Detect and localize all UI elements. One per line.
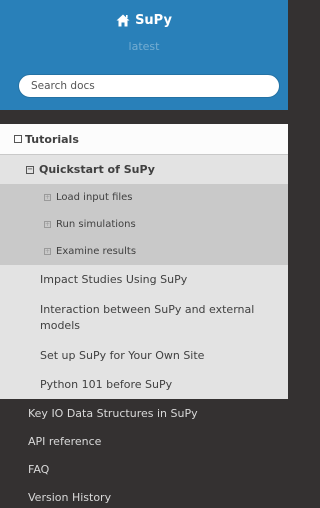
nav-label: Load input files [56, 192, 133, 203]
nav-label: Interaction between SuPy and external mo… [40, 302, 255, 332]
version-label: latest [128, 40, 160, 53]
nav-label: Quickstart of SuPy [39, 163, 155, 176]
brand-title: SuPy [135, 13, 172, 28]
expand-icon[interactable]: + [44, 248, 51, 255]
collapse-icon[interactable] [14, 135, 22, 143]
home-icon [116, 14, 130, 27]
nav-label: Version History [28, 490, 112, 504]
nav-item-impact-studies[interactable]: Impact Studies Using SuPy [0, 265, 288, 294]
nav-item-python-101[interactable]: Python 101 before SuPy [0, 370, 288, 399]
expand-icon[interactable]: + [44, 194, 51, 201]
nav-item-load-input-files[interactable]: + Load input files [0, 184, 288, 211]
nav-item-tutorials[interactable]: Tutorials [0, 124, 288, 155]
nav-item-run-simulations[interactable]: + Run simulations [0, 211, 288, 238]
nav-label: Key IO Data Structures in SuPy [28, 406, 198, 420]
nav-item-own-site[interactable]: Set up SuPy for Your Own Site [0, 341, 288, 370]
header-divider [0, 110, 288, 124]
nav-label: Python 101 before SuPy [40, 377, 173, 391]
search-input[interactable] [18, 74, 280, 98]
nav-label: Examine results [56, 246, 137, 257]
nav-label: FAQ [28, 462, 50, 476]
nav-item-interaction-external-models[interactable]: Interaction between SuPy and external mo… [0, 294, 288, 341]
nav-label: API reference [28, 434, 102, 448]
nav-label: Tutorials [25, 132, 79, 146]
nav-item-quickstart[interactable]: − Quickstart of SuPy [0, 155, 288, 184]
expand-icon[interactable]: + [44, 221, 51, 228]
nav-item-faq[interactable]: FAQ [0, 455, 288, 483]
home-link[interactable]: SuPy [0, 13, 288, 28]
nav-label: Impact Studies Using SuPy [40, 272, 188, 286]
nav-item-key-io[interactable]: Key IO Data Structures in SuPy [0, 399, 288, 427]
nav-item-version-history[interactable]: Version History [0, 483, 288, 508]
nav-item-api-reference[interactable]: API reference [0, 427, 288, 455]
nav-item-examine-results[interactable]: + Examine results [0, 238, 288, 265]
nav-label: Run simulations [56, 219, 136, 230]
sidebar-header: SuPy latest [0, 0, 288, 110]
docs-sidebar: SuPy latest Tutorials − Quickstart of Su… [0, 0, 288, 508]
collapse-icon[interactable]: − [26, 165, 34, 174]
nav-menu: Tutorials − Quickstart of SuPy + Load in… [0, 124, 288, 508]
nav-label: Set up SuPy for Your Own Site [40, 348, 205, 362]
